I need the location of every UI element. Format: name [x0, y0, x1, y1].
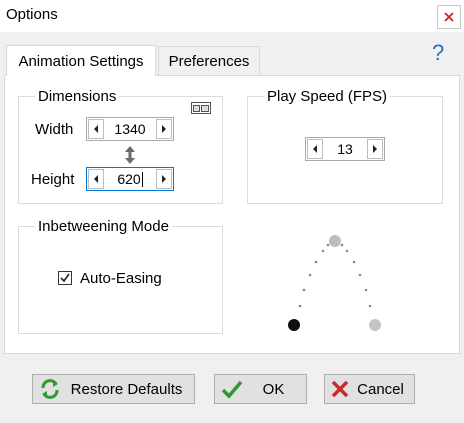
question-mark-icon[interactable]: ? — [432, 40, 444, 66]
width-stepper[interactable]: 1340 — [86, 117, 174, 141]
width-label: Width — [35, 121, 74, 138]
window-title: Options — [6, 6, 58, 23]
auto-easing-checkbox[interactable] — [58, 271, 72, 285]
height-decrement-button[interactable] — [88, 169, 104, 189]
height-label: Height — [31, 171, 75, 188]
restore-defaults-button[interactable]: Restore Defaults — [32, 374, 195, 404]
height-value: 620 — [117, 171, 141, 187]
vertical-resize-arrows-icon[interactable] — [124, 146, 136, 167]
ok-button[interactable]: OK — [214, 374, 307, 404]
text-cursor — [141, 171, 143, 187]
easing-arc-preview — [280, 228, 390, 341]
fps-value[interactable]: 13 — [324, 138, 366, 160]
dimensions-group-label: Dimensions — [35, 88, 120, 105]
restore-defaults-label: Restore Defaults — [70, 380, 183, 398]
width-decrement-button[interactable] — [88, 119, 104, 139]
close-icon — [444, 12, 454, 22]
fps-increment-button[interactable] — [367, 139, 383, 159]
width-value[interactable]: 1340 — [105, 118, 155, 140]
fps-stepper[interactable]: 13 — [305, 137, 385, 161]
tab-label: Animation Settings — [18, 52, 144, 70]
aspect-ratio-icon[interactable] — [191, 101, 211, 117]
close-button[interactable] — [437, 5, 461, 29]
cancel-label: Cancel — [357, 380, 404, 398]
title-bar: Options — [0, 0, 464, 32]
fps-decrement-button[interactable] — [307, 139, 323, 159]
width-increment-button[interactable] — [156, 119, 172, 139]
checkmark-icon — [60, 273, 70, 283]
tab-label: Preferences — [168, 53, 250, 70]
tab-preferences[interactable]: Preferences — [158, 46, 260, 76]
cancel-button[interactable]: Cancel — [324, 374, 415, 404]
height-value-field[interactable]: 620 — [105, 168, 155, 190]
play-speed-group-label: Play Speed (FPS) — [264, 88, 391, 105]
ok-label: OK — [262, 380, 285, 398]
inbetweening-group-label: Inbetweening Mode — [35, 218, 172, 235]
height-stepper[interactable]: 620 — [86, 167, 174, 191]
auto-easing-label[interactable]: Auto-Easing — [80, 270, 162, 287]
red-x-icon — [331, 380, 349, 398]
refresh-icon — [39, 378, 61, 400]
tab-animation-settings[interactable]: Animation Settings — [6, 45, 156, 76]
height-increment-button[interactable] — [156, 169, 172, 189]
checkmark-icon — [221, 379, 243, 399]
